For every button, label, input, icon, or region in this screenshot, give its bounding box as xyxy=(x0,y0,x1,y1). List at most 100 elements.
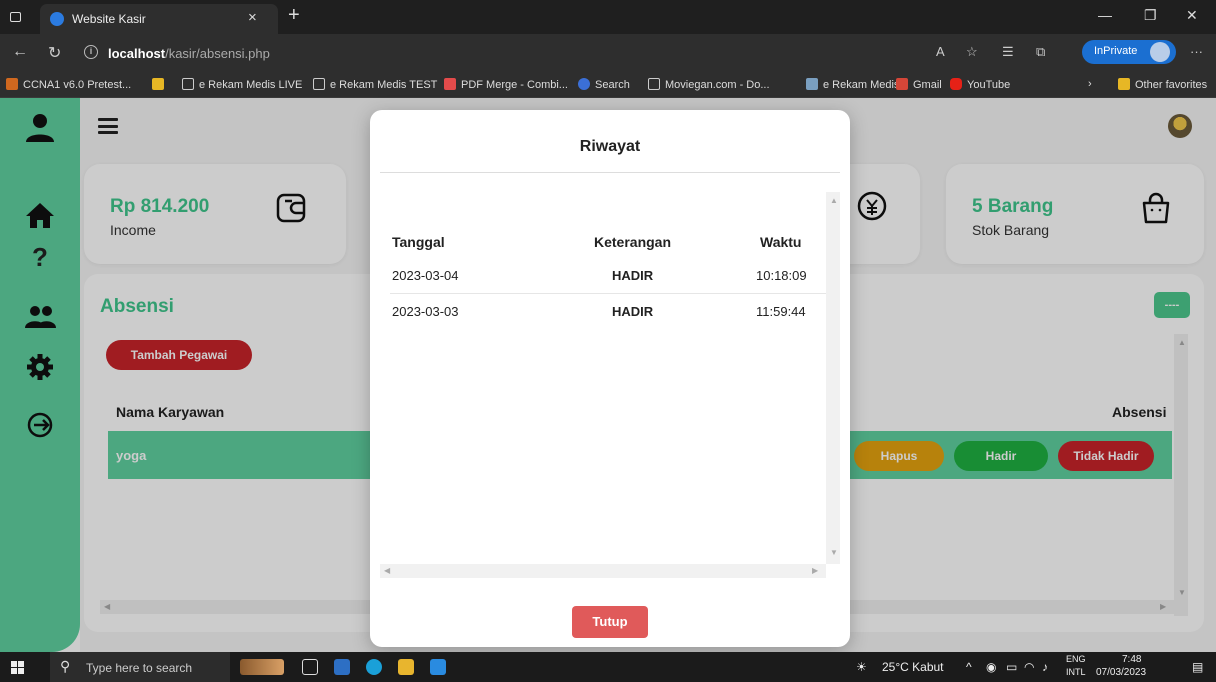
browser-tab[interactable]: Website Kasir × xyxy=(40,4,278,34)
url-text[interactable]: localhost/kasir/absensi.php xyxy=(108,46,270,61)
col-waktu: Waktu xyxy=(760,234,802,250)
task-view-icon[interactable] xyxy=(302,659,318,675)
edge-icon[interactable] xyxy=(366,659,382,675)
modal-vertical-scrollbar[interactable]: ▲ ▼ xyxy=(826,192,840,564)
weather-icon[interactable]: ☀ xyxy=(856,660,867,674)
bookmark-rekam-medis[interactable]: e Rekam Medis xyxy=(806,78,899,91)
back-icon[interactable]: ← xyxy=(12,43,28,61)
file-explorer-icon[interactable] xyxy=(398,659,414,675)
row-1-waktu: 11:59:44 xyxy=(756,304,806,319)
windows-start-icon[interactable] xyxy=(11,661,24,674)
tab-close-icon[interactable]: × xyxy=(248,9,257,26)
page-icon xyxy=(648,78,660,90)
favorites-icon[interactable]: ☰ xyxy=(1002,44,1014,60)
battery-icon[interactable]: ▭ xyxy=(1006,660,1017,674)
tray-chevron-icon[interactable]: ^ xyxy=(966,660,972,674)
collections-icon[interactable]: ⧉ xyxy=(1036,44,1045,60)
more-icon[interactable]: ··· xyxy=(1190,44,1203,59)
vscode-icon[interactable] xyxy=(430,659,446,675)
modal-title: Riwayat xyxy=(579,138,641,155)
riwayat-modal: Riwayat Tanggal Keterangan Waktu 2023-03… xyxy=(370,110,850,647)
window-menu-icon[interactable] xyxy=(10,12,21,22)
row-1-tanggal: 2023-03-03 xyxy=(392,304,459,319)
profile-avatar xyxy=(1150,42,1170,62)
close-modal-button[interactable]: Tutup xyxy=(572,606,648,638)
bookmark-moviegan[interactable]: Moviegan.com - Do... xyxy=(648,78,770,91)
folder-icon xyxy=(1118,78,1130,90)
volume-icon[interactable]: ♪ xyxy=(1042,660,1048,674)
url-path: /kasir/absensi.php xyxy=(165,46,270,61)
favorite-star-icon[interactable]: ☆ xyxy=(966,44,978,60)
row-0-waktu: 10:18:09 xyxy=(756,268,807,283)
scroll-right-icon[interactable]: ▶ xyxy=(812,566,818,575)
scroll-up-icon[interactable]: ▲ xyxy=(830,196,838,205)
bookmark-search[interactable]: Search xyxy=(578,78,630,91)
scroll-left-icon[interactable]: ◀ xyxy=(384,566,390,575)
horse-widget-icon[interactable] xyxy=(240,659,284,675)
new-tab-icon[interactable]: + xyxy=(288,4,300,27)
row-0-keterangan: HADIR xyxy=(612,268,654,283)
row-0-tanggal: 2023-03-04 xyxy=(392,268,459,283)
site-info-icon[interactable]: i xyxy=(84,45,98,59)
col-tanggal: Tanggal xyxy=(392,234,445,250)
tab-favicon-icon xyxy=(50,12,64,26)
inprivate-button[interactable]: InPrivate xyxy=(1082,40,1176,64)
bookmark-ccna[interactable]: CCNA1 v6.0 Pretest... xyxy=(6,78,131,91)
clock-date[interactable]: 07/03/2023 xyxy=(1096,667,1146,678)
chevron-right-icon[interactable]: › xyxy=(1088,78,1092,90)
bookmark-label: YouTube xyxy=(967,79,1011,91)
search-icon: ⚲ xyxy=(60,658,71,674)
scroll-down-icon[interactable]: ▼ xyxy=(830,548,838,557)
clock-time[interactable]: 7:48 xyxy=(1122,654,1141,665)
refresh-icon[interactable]: ↻ xyxy=(48,43,61,63)
other-favorites[interactable]: Other favorites xyxy=(1118,78,1207,91)
close-window-icon[interactable]: ✕ xyxy=(1186,7,1198,24)
modal-divider xyxy=(380,172,840,173)
ccna-icon xyxy=(6,78,18,90)
page-icon xyxy=(313,78,325,90)
search-placeholder: Type here to search xyxy=(86,661,193,675)
bookmark-label: PDF Merge - Combi... xyxy=(461,79,568,91)
bookmark-label: e Rekam Medis TEST xyxy=(330,79,438,91)
bookmark-label: Gmail xyxy=(913,79,942,91)
page-icon xyxy=(182,78,194,90)
bookmarks-bar: CCNA1 v6.0 Pretest... e Rekam Medis LIVE… xyxy=(0,72,1216,98)
row-divider xyxy=(390,293,826,294)
inprivate-label: InPrivate xyxy=(1094,45,1138,57)
language-bottom[interactable]: INTL xyxy=(1066,667,1086,677)
taskbar: ⚲ Type here to search ☀ 25°C Kabut ^ ◉ ▭… xyxy=(0,652,1216,682)
title-bar: Website Kasir × + — ❐ ✕ xyxy=(0,0,1216,34)
tray-status-icon[interactable]: ◉ xyxy=(986,660,996,674)
restore-icon[interactable]: ❐ xyxy=(1144,7,1157,24)
history-table: Tanggal Keterangan Waktu 2023-03-04 HADI… xyxy=(380,192,826,564)
modal-horizontal-scrollbar[interactable]: ◀ ▶ xyxy=(380,564,826,578)
tab-title: Website Kasir xyxy=(72,12,146,26)
bookmark-rekam-test[interactable]: e Rekam Medis TEST xyxy=(313,78,437,91)
bookmark-rekam-live[interactable]: e Rekam Medis LIVE xyxy=(182,78,302,91)
bookmark-youtube[interactable]: YouTube xyxy=(950,78,1010,91)
bookmark-label: Moviegan.com - Do... xyxy=(665,79,770,91)
read-aloud-icon[interactable]: A xyxy=(936,44,945,59)
wifi-icon[interactable]: ◠ xyxy=(1024,660,1034,674)
taskbar-search-input[interactable]: ⚲ Type here to search xyxy=(50,652,230,682)
minimize-icon[interactable]: — xyxy=(1098,7,1112,23)
store-icon[interactable] xyxy=(334,659,350,675)
url-input[interactable]: i localhost/kasir/absensi.php xyxy=(84,39,990,67)
gmail-icon xyxy=(896,78,908,90)
bookmark-label: Search xyxy=(595,79,630,91)
bookmark-label: e Rekam Medis xyxy=(823,79,900,91)
bookmark-pdf-merge[interactable]: PDF Merge - Combi... xyxy=(444,78,568,91)
bookmark-label: e Rekam Medis LIVE xyxy=(199,79,303,91)
bookmark-label: CCNA1 v6.0 Pretest... xyxy=(23,79,132,91)
pdf-merge-icon xyxy=(444,78,456,90)
youtube-icon xyxy=(950,78,962,90)
search-favicon-icon xyxy=(578,78,590,90)
address-bar: ← ↻ i localhost/kasir/absensi.php A ☆ ☰ … xyxy=(0,34,1216,72)
bookmark-folder[interactable] xyxy=(152,78,169,91)
other-favorites-label: Other favorites xyxy=(1135,79,1208,91)
language-top[interactable]: ENG xyxy=(1066,654,1086,664)
row-1-keterangan: HADIR xyxy=(612,304,654,319)
weather-text[interactable]: 25°C Kabut xyxy=(882,660,944,674)
bookmark-gmail[interactable]: Gmail xyxy=(896,78,942,91)
notification-icon[interactable]: ▤ xyxy=(1192,660,1203,674)
